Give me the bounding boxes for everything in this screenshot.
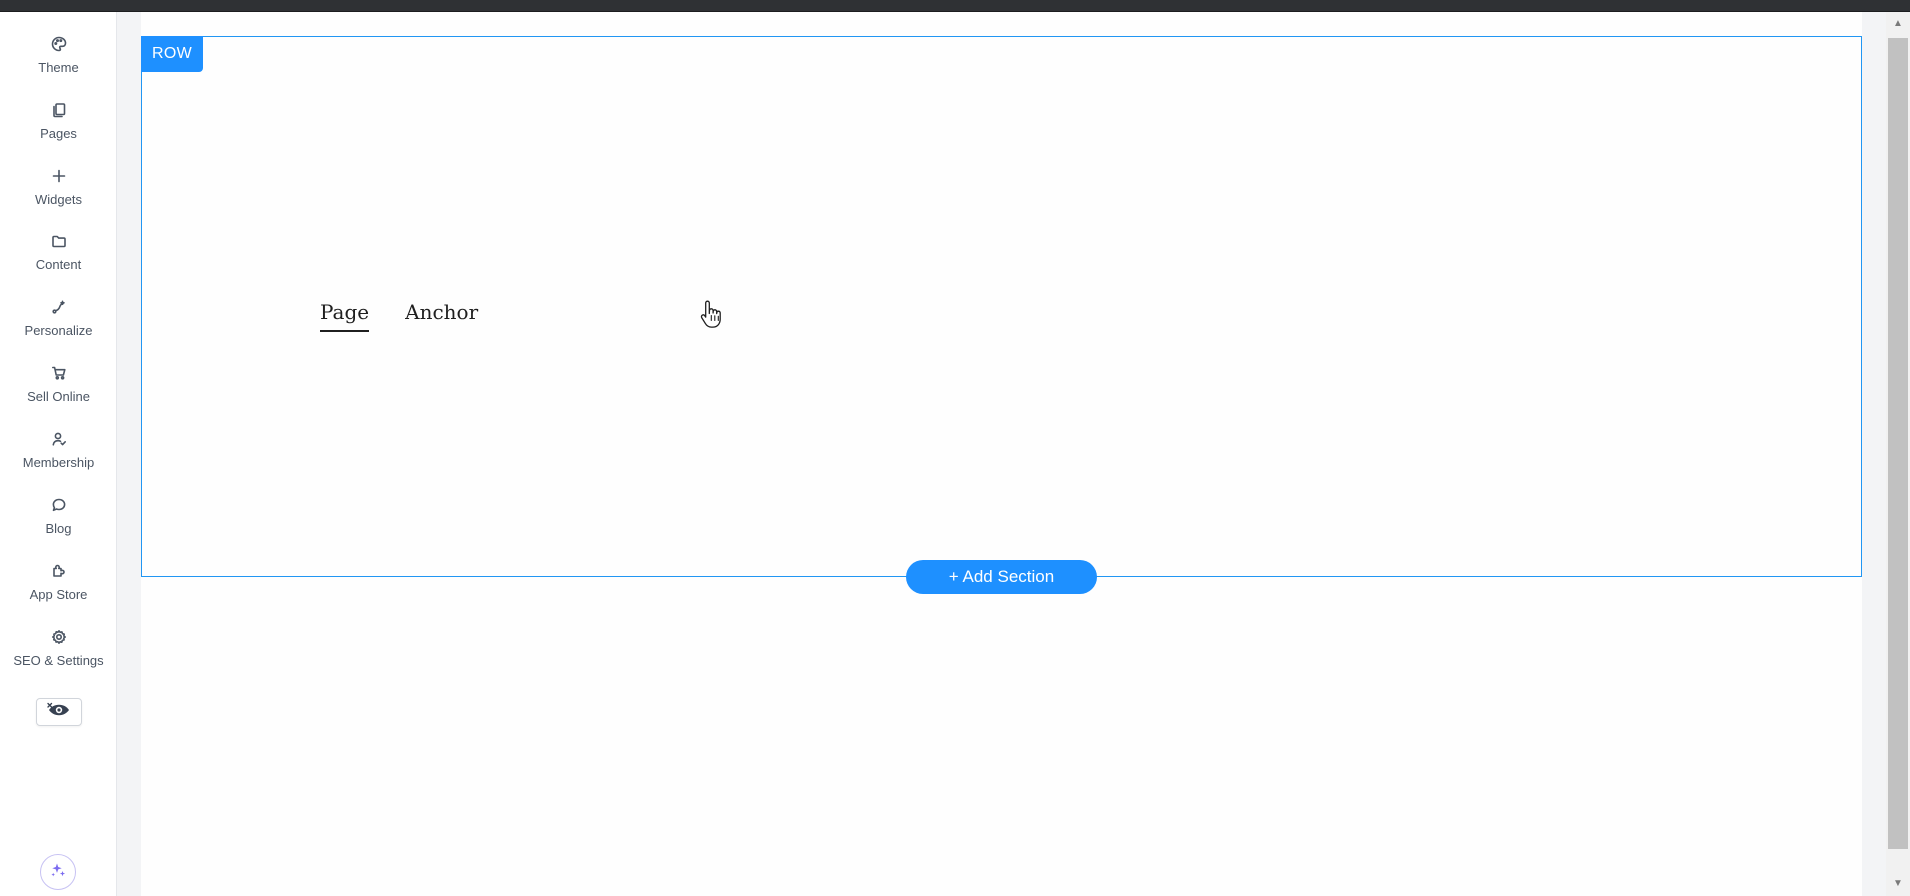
browser-top-bar: [0, 0, 1910, 12]
pages-icon: [51, 102, 67, 120]
row-badge[interactable]: ROW: [141, 36, 203, 72]
sidebar-item-label: Personalize: [24, 323, 93, 338]
eye-off-icon: [46, 702, 72, 723]
scrollbar-thumb[interactable]: [1888, 38, 1908, 849]
scroll-up-icon[interactable]: ▲: [1886, 14, 1910, 32]
sidebar-item-seo-settings[interactable]: SEO & Settings: [0, 615, 117, 671]
folder-icon: [51, 233, 67, 251]
sidebar-item-label: Sell Online: [27, 389, 90, 404]
sidebar-item-membership[interactable]: Membership: [0, 417, 117, 473]
sidebar-item-label: Blog: [45, 521, 72, 536]
sidebar-item-personalize[interactable]: Personalize: [0, 285, 117, 341]
sidebar-item-label: SEO & Settings: [13, 653, 104, 668]
tab-anchor[interactable]: Anchor: [405, 300, 478, 332]
sidebar-item-pages[interactable]: Pages: [0, 88, 117, 144]
editor-sidebar: Theme Pages Widgets Content Personalize …: [0, 12, 117, 896]
sidebar-item-label: App Store: [29, 587, 88, 602]
add-section-button[interactable]: + Add Section: [906, 560, 1097, 594]
sidebar-item-label: Pages: [40, 126, 77, 141]
preview-toggle-button[interactable]: [36, 698, 82, 726]
tab-page[interactable]: Page: [320, 300, 370, 332]
gear-icon: [51, 629, 67, 647]
sidebar-item-theme[interactable]: Theme: [0, 22, 117, 78]
cart-icon: [51, 365, 67, 383]
puzzle-icon: [51, 563, 67, 581]
palette-icon: [51, 36, 67, 54]
user-check-icon: [51, 431, 67, 449]
sidebar-item-app-store[interactable]: App Store: [0, 549, 117, 605]
hand-cursor-icon: [698, 298, 728, 332]
plus-icon: [51, 168, 67, 186]
sidebar-item-label: Theme: [38, 60, 79, 75]
scroll-down-icon[interactable]: ▼: [1886, 874, 1910, 892]
sidebar-item-label: Widgets: [35, 192, 82, 207]
sidebar-item-sell-online[interactable]: Sell Online: [0, 351, 117, 407]
sidebar-item-content[interactable]: Content: [0, 219, 117, 275]
sparkle-icon: [48, 860, 68, 885]
sidebar-item-label: Content: [35, 257, 82, 272]
tab-navigation: Page Anchor: [320, 300, 478, 332]
sidebar-item-blog[interactable]: Blog: [0, 483, 117, 539]
sidebar-item-label: Membership: [22, 455, 95, 470]
chat-bubble-icon: [51, 497, 67, 515]
sidebar-item-widgets[interactable]: Widgets: [0, 154, 117, 210]
ai-assistant-button[interactable]: [40, 854, 76, 890]
personalize-icon: [51, 299, 67, 317]
